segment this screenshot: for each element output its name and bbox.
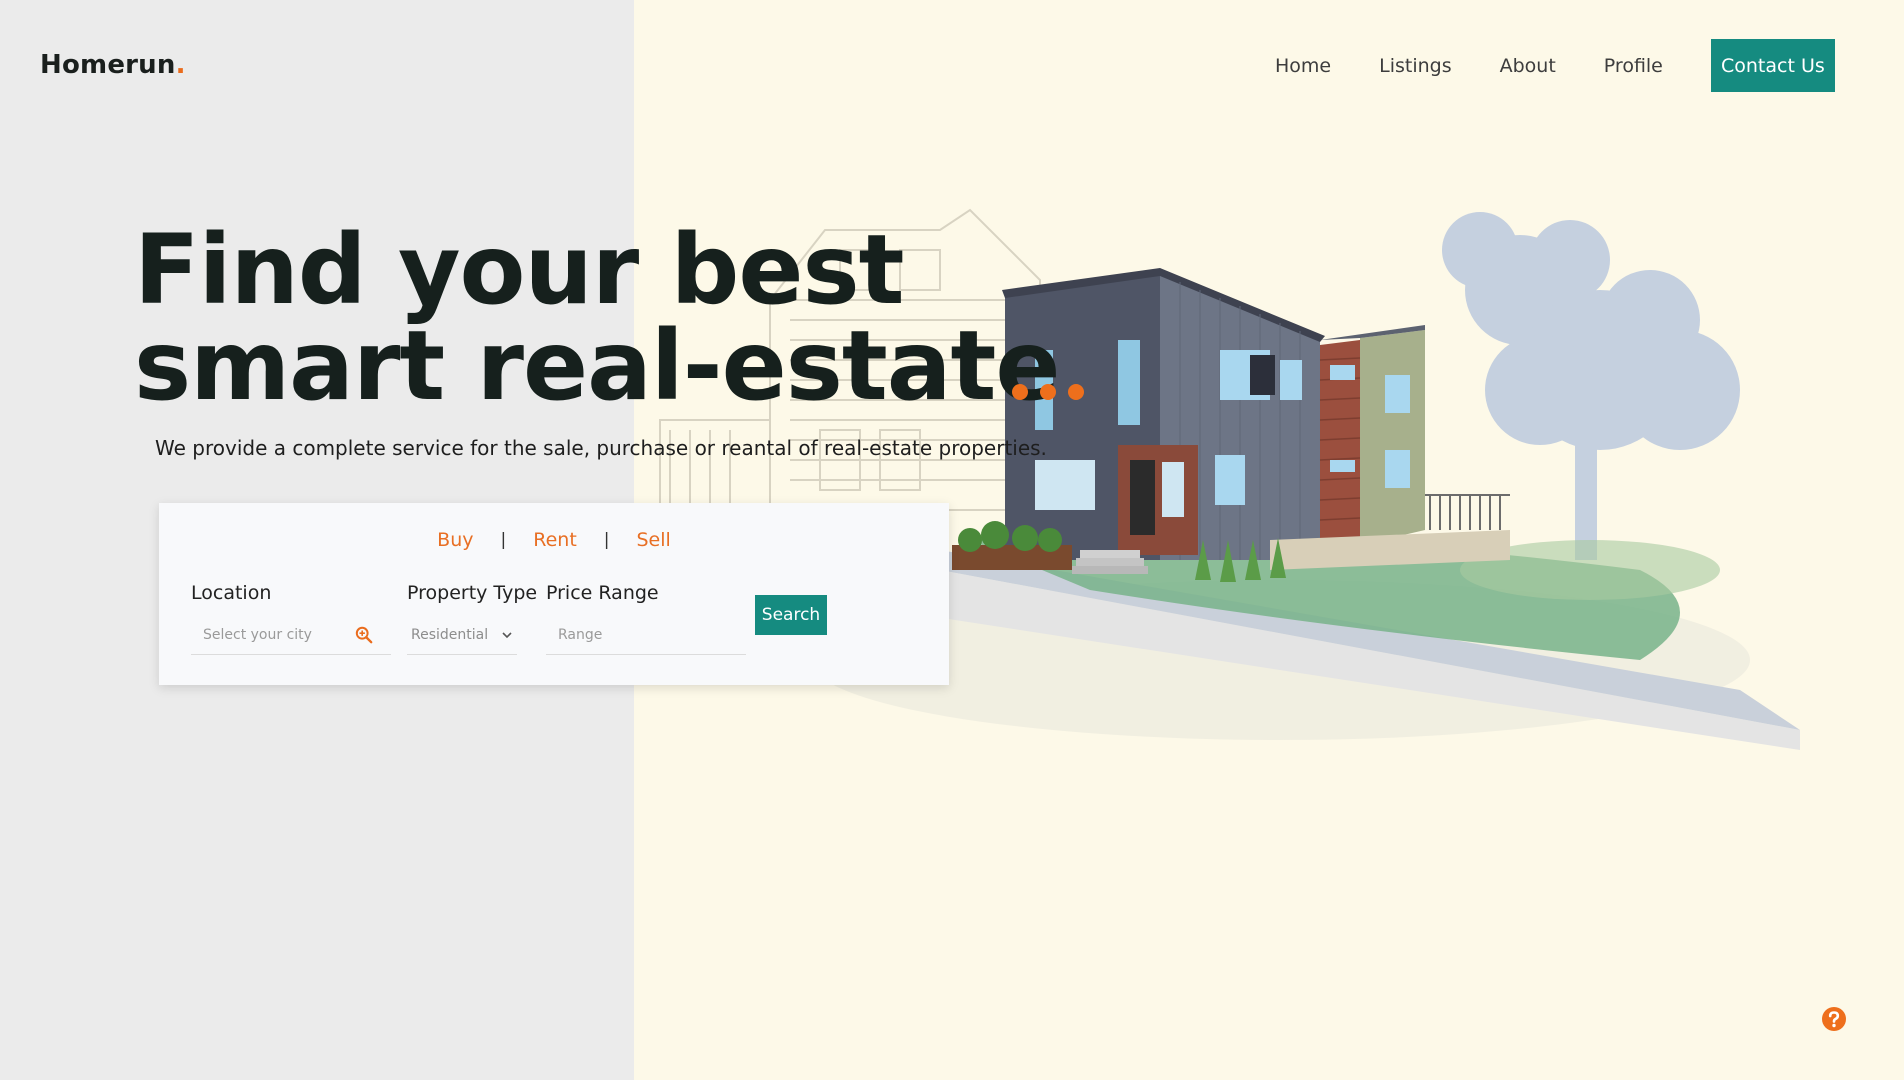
price-range-label: Price Range bbox=[546, 582, 659, 604]
hero-title-line-2: smart real-estate bbox=[134, 310, 1061, 422]
nav-profile[interactable]: Profile bbox=[1604, 55, 1663, 77]
tab-separator: | bbox=[500, 530, 507, 550]
hero-subtitle: We provide a complete service for the sa… bbox=[155, 436, 1047, 460]
location-label: Location bbox=[191, 582, 272, 604]
tab-sell[interactable]: Sell bbox=[637, 529, 671, 551]
hero-title-line-1: Find your best bbox=[134, 214, 904, 326]
property-type-label: Property Type bbox=[407, 582, 538, 604]
dot-2 bbox=[1040, 384, 1056, 400]
dot-1 bbox=[1012, 384, 1028, 400]
property-search-card: Buy | Rent | Sell Location Property Type… bbox=[159, 503, 949, 685]
brand-name: Homerun bbox=[40, 50, 176, 80]
brand-dot: . bbox=[175, 50, 186, 80]
title-dots-decoration bbox=[1012, 384, 1084, 400]
location-field bbox=[191, 615, 391, 655]
tab-buy[interactable]: Buy bbox=[437, 529, 473, 551]
search-zoom-icon[interactable] bbox=[355, 626, 373, 644]
property-type-value: Residential bbox=[411, 626, 489, 643]
tab-rent[interactable]: Rent bbox=[533, 529, 577, 551]
nav-listings[interactable]: Listings bbox=[1379, 55, 1452, 77]
help-icon[interactable] bbox=[1821, 1006, 1847, 1032]
main-nav: Home Listings About Profile Contact Us bbox=[1275, 39, 1835, 92]
brand-logo[interactable]: Homerun. bbox=[40, 50, 186, 80]
contact-us-button[interactable]: Contact Us bbox=[1710, 39, 1835, 92]
price-range-input[interactable] bbox=[558, 626, 746, 643]
price-range-field bbox=[546, 615, 746, 655]
nav-home[interactable]: Home bbox=[1275, 55, 1331, 77]
chevron-down-icon bbox=[502, 631, 512, 638]
property-type-select[interactable]: Residential bbox=[407, 615, 517, 655]
nav-about[interactable]: About bbox=[1500, 55, 1556, 77]
search-mode-tabs: Buy | Rent | Sell bbox=[159, 529, 949, 551]
tab-separator: | bbox=[603, 530, 610, 550]
dot-3 bbox=[1068, 384, 1084, 400]
search-button[interactable]: Search bbox=[755, 595, 827, 635]
hero-title: Find your best smart real-estate bbox=[134, 214, 1061, 422]
